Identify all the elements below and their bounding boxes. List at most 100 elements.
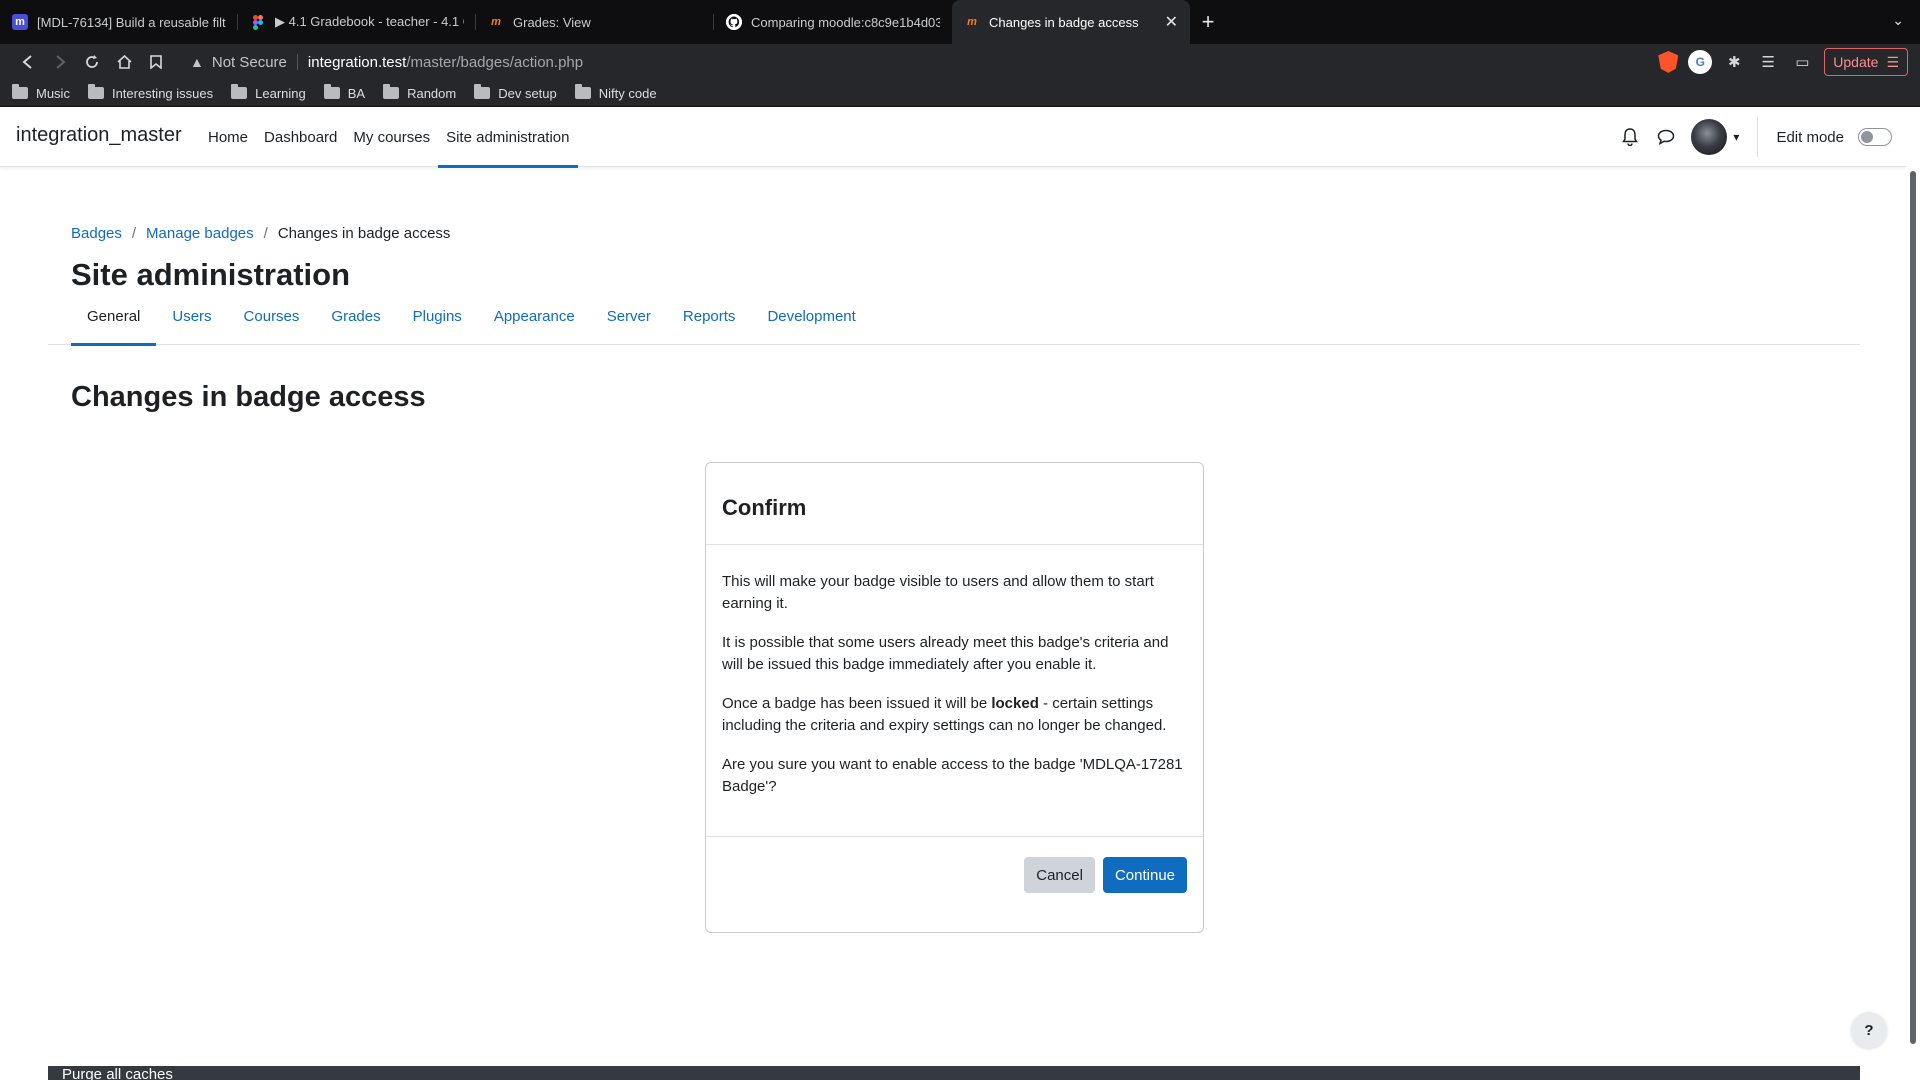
- confirm-paragraph: Once a badge has been issued it will be …: [722, 693, 1187, 737]
- nav-site-administration[interactable]: Site administration: [438, 107, 578, 168]
- update-button[interactable]: Update ☰: [1824, 48, 1908, 76]
- bell-icon[interactable]: [1619, 126, 1641, 148]
- confirm-title: Confirm: [722, 495, 807, 520]
- nav-home[interactable]: Home: [200, 107, 256, 167]
- navbar-right: ▾ Edit mode: [1619, 107, 1892, 167]
- tab-title: Changes in badge access: [989, 14, 1139, 30]
- bookmark-label: Interesting issues: [111, 85, 214, 101]
- browser-tabbar: m [MDL-76134] Build a reusable filter ▶ …: [0, 0, 1920, 44]
- bookmark-label: Learning: [255, 85, 306, 101]
- bookmarks-bar: Music Interesting issues Learning BA Ran…: [0, 80, 1920, 107]
- bookmark-folder[interactable]: BA: [323, 84, 365, 101]
- url-path: /master/badges/action.php: [406, 53, 584, 71]
- close-icon[interactable]: ✕: [1165, 12, 1178, 32]
- edit-mode-label: Edit mode: [1776, 128, 1844, 146]
- toolbar-right: G ✱ ☰ ▭ Update ☰: [1658, 48, 1908, 76]
- security-label: Not Secure: [211, 53, 287, 71]
- purge-caches-link[interactable]: Purge all caches: [62, 1066, 173, 1080]
- tab-server[interactable]: Server: [591, 287, 667, 345]
- playlist-icon[interactable]: ☰: [1756, 53, 1780, 71]
- tab-general[interactable]: General: [71, 287, 157, 346]
- back-icon: [22, 55, 32, 69]
- nav-dashboard[interactable]: Dashboard: [256, 107, 345, 167]
- continue-button[interactable]: Continue: [1102, 857, 1187, 893]
- bookmark-button[interactable]: [140, 48, 172, 76]
- translate-extension-icon[interactable]: G: [1688, 50, 1713, 74]
- chevron-down-icon[interactable]: ⌄: [1892, 12, 1904, 29]
- address-bar[interactable]: ▲ Not Secure integration.test /master/ba…: [180, 48, 1650, 76]
- tab-grades[interactable]: Grades: [315, 287, 396, 345]
- figma-icon: [250, 14, 266, 30]
- folder-icon: [231, 84, 248, 99]
- tab-users[interactable]: Users: [156, 287, 227, 345]
- site-brand[interactable]: integration_master: [16, 124, 182, 147]
- tab-appearance[interactable]: Appearance: [478, 287, 591, 345]
- message-icon[interactable]: [1655, 126, 1677, 148]
- avatar[interactable]: [1691, 119, 1728, 155]
- cancel-button[interactable]: Cancel: [1024, 857, 1095, 893]
- bookmark-label: Music: [36, 85, 70, 101]
- browser-tab[interactable]: Comparing moodle:c8c9e1b4d033e: [714, 0, 952, 44]
- bookmark-folder[interactable]: Random: [383, 84, 457, 101]
- page-scrollbar[interactable]: [1906, 107, 1920, 1080]
- warning-icon: ▲: [190, 54, 204, 70]
- folder-icon: [87, 84, 104, 99]
- confirm-paragraph: This will make your badge visible to use…: [722, 573, 1154, 612]
- breadcrumb-separator: /: [263, 225, 268, 242]
- browser-tab[interactable]: m Grades: View: [476, 0, 714, 44]
- folder-icon: [323, 84, 340, 99]
- moodle-m-icon: m: [12, 14, 28, 30]
- edit-mode-toggle[interactable]: [1858, 128, 1892, 146]
- forward-button[interactable]: [44, 48, 76, 76]
- github-icon: [726, 14, 742, 30]
- puzzle-icon[interactable]: ✱: [1722, 53, 1746, 71]
- back-button[interactable]: [12, 48, 44, 76]
- browser-tab[interactable]: ▶ 4.1 Gradebook - teacher - 4.1 Gra: [238, 0, 476, 44]
- tab-title: [MDL-76134] Build a reusable filter: [37, 14, 226, 30]
- bookmark-label: Nifty code: [598, 85, 657, 101]
- confirm-header: Confirm: [706, 463, 1203, 545]
- footer-bar: Purge all caches: [48, 1066, 1860, 1080]
- confirm-dialog: Confirm This will make your badge visibl…: [705, 462, 1204, 933]
- nav-my-courses[interactable]: My courses: [345, 107, 438, 167]
- bookmark-label: Random: [407, 85, 457, 101]
- tab-plugins[interactable]: Plugins: [397, 287, 478, 345]
- bookmark-folder[interactable]: Music: [12, 84, 70, 101]
- bookmark-label: Dev setup: [498, 85, 557, 101]
- folder-icon: [474, 84, 491, 99]
- tab-courses[interactable]: Courses: [228, 287, 316, 345]
- breadcrumb-badges[interactable]: Badges: [71, 225, 122, 242]
- bookmark-folder[interactable]: Learning: [231, 84, 306, 101]
- tab-development[interactable]: Development: [751, 287, 871, 345]
- bookmark-icon: [150, 55, 162, 69]
- menu-icon: ☰: [1886, 53, 1899, 70]
- tab-title: Comparing moodle:c8c9e1b4d033e: [751, 14, 940, 30]
- new-tab-button[interactable]: +: [1190, 0, 1226, 44]
- bookmark-folder[interactable]: Nifty code: [574, 84, 657, 101]
- confirm-paragraph: Are you sure you want to enable access t…: [722, 756, 1183, 795]
- confirm-footer: Cancel Continue: [706, 837, 1203, 893]
- confirm-paragraph: It is possible that some users already m…: [722, 634, 1169, 673]
- chevron-down-icon[interactable]: ▾: [1733, 130, 1739, 144]
- brave-shield-icon[interactable]: [1658, 51, 1679, 73]
- tab-reports[interactable]: Reports: [667, 287, 752, 345]
- forward-icon: [56, 55, 66, 69]
- bookmark-folder[interactable]: Dev setup: [474, 84, 557, 101]
- browser-tab-active[interactable]: m Changes in badge access ✕: [952, 0, 1190, 44]
- browser-toolbar: ▲ Not Secure integration.test /master/ba…: [0, 44, 1920, 80]
- tab-title: Grades: View: [513, 14, 591, 30]
- site-navbar: integration_master Home Dashboard My cou…: [0, 107, 1920, 168]
- confirm-locked-text: locked: [991, 695, 1039, 712]
- tab-title: ▶ 4.1 Gradebook - teacher - 4.1 Gra: [275, 14, 464, 29]
- bookmark-folder[interactable]: Interesting issues: [87, 84, 214, 101]
- home-button[interactable]: [108, 48, 140, 76]
- moodle-icon: m: [491, 16, 501, 28]
- browser-tab[interactable]: m [MDL-76134] Build a reusable filter: [0, 0, 238, 44]
- breadcrumb-manage-badges[interactable]: Manage badges: [146, 225, 254, 242]
- scrollbar-thumb[interactable]: [1910, 171, 1916, 1044]
- home-icon: [116, 55, 132, 69]
- wallet-icon[interactable]: ▭: [1790, 53, 1814, 71]
- reload-button[interactable]: [76, 48, 108, 76]
- address-divider: [296, 54, 298, 70]
- help-button[interactable]: ?: [1851, 1012, 1887, 1048]
